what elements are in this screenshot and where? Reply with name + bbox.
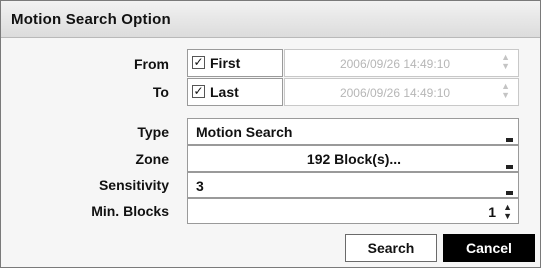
from-label: From bbox=[134, 56, 169, 72]
min-blocks-stepper[interactable]: 1 ▲ ▼ bbox=[187, 198, 519, 224]
motion-search-option-dialog: Motion Search Option From ✓ First 2006/0… bbox=[0, 0, 541, 268]
to-label: To bbox=[152, 84, 169, 100]
dialog-titlebar: Motion Search Option bbox=[1, 1, 540, 38]
type-dropdown[interactable]: Motion Search bbox=[187, 118, 519, 145]
spin-down-icon: ▼ bbox=[501, 61, 510, 71]
from-datetime-field[interactable]: 2006/09/26 14:49:10 ▲ ▼ bbox=[284, 49, 519, 77]
zone-selector[interactable]: 192 Block(s)... bbox=[187, 145, 519, 172]
sensitivity-dropdown[interactable]: 3 bbox=[187, 172, 519, 198]
type-label: Type bbox=[137, 124, 169, 140]
last-checkbox-label: Last bbox=[210, 84, 239, 100]
zone-label: Zone bbox=[135, 151, 169, 167]
min-blocks-spinner[interactable]: ▲ ▼ bbox=[503, 203, 512, 221]
to-datetime-value: 2006/09/26 14:49:10 bbox=[339, 86, 451, 100]
first-checkbox[interactable]: ✓ First bbox=[187, 49, 283, 77]
dialog-title: Motion Search Option bbox=[11, 11, 171, 28]
sensitivity-value: 3 bbox=[196, 178, 204, 194]
last-checkbox-icon: ✓ bbox=[192, 84, 205, 98]
spin-down-icon: ▼ bbox=[501, 90, 510, 100]
cancel-button[interactable]: Cancel bbox=[443, 234, 535, 262]
from-datetime-spinner[interactable]: ▲ ▼ bbox=[501, 53, 510, 71]
search-button[interactable]: Search bbox=[345, 234, 437, 262]
min-blocks-value: 1 bbox=[488, 204, 496, 220]
spin-down-icon: ▼ bbox=[503, 211, 512, 221]
to-datetime-spinner[interactable]: ▲ ▼ bbox=[501, 82, 510, 100]
from-datetime-value: 2006/09/26 14:49:10 bbox=[339, 57, 451, 71]
type-value: Motion Search bbox=[196, 124, 293, 140]
dropdown-arrow-icon bbox=[506, 165, 513, 169]
sensitivity-label: Sensitivity bbox=[98, 177, 169, 193]
last-checkbox[interactable]: ✓ Last bbox=[187, 78, 283, 106]
min-blocks-label: Min. Blocks bbox=[91, 203, 169, 219]
first-checkbox-icon: ✓ bbox=[192, 55, 205, 69]
dropdown-arrow-icon bbox=[506, 191, 513, 195]
dropdown-arrow-icon bbox=[506, 138, 513, 142]
to-datetime-field[interactable]: 2006/09/26 14:49:10 ▲ ▼ bbox=[284, 78, 519, 106]
first-checkbox-label: First bbox=[210, 55, 241, 71]
zone-value: 192 Block(s)... bbox=[306, 151, 402, 167]
